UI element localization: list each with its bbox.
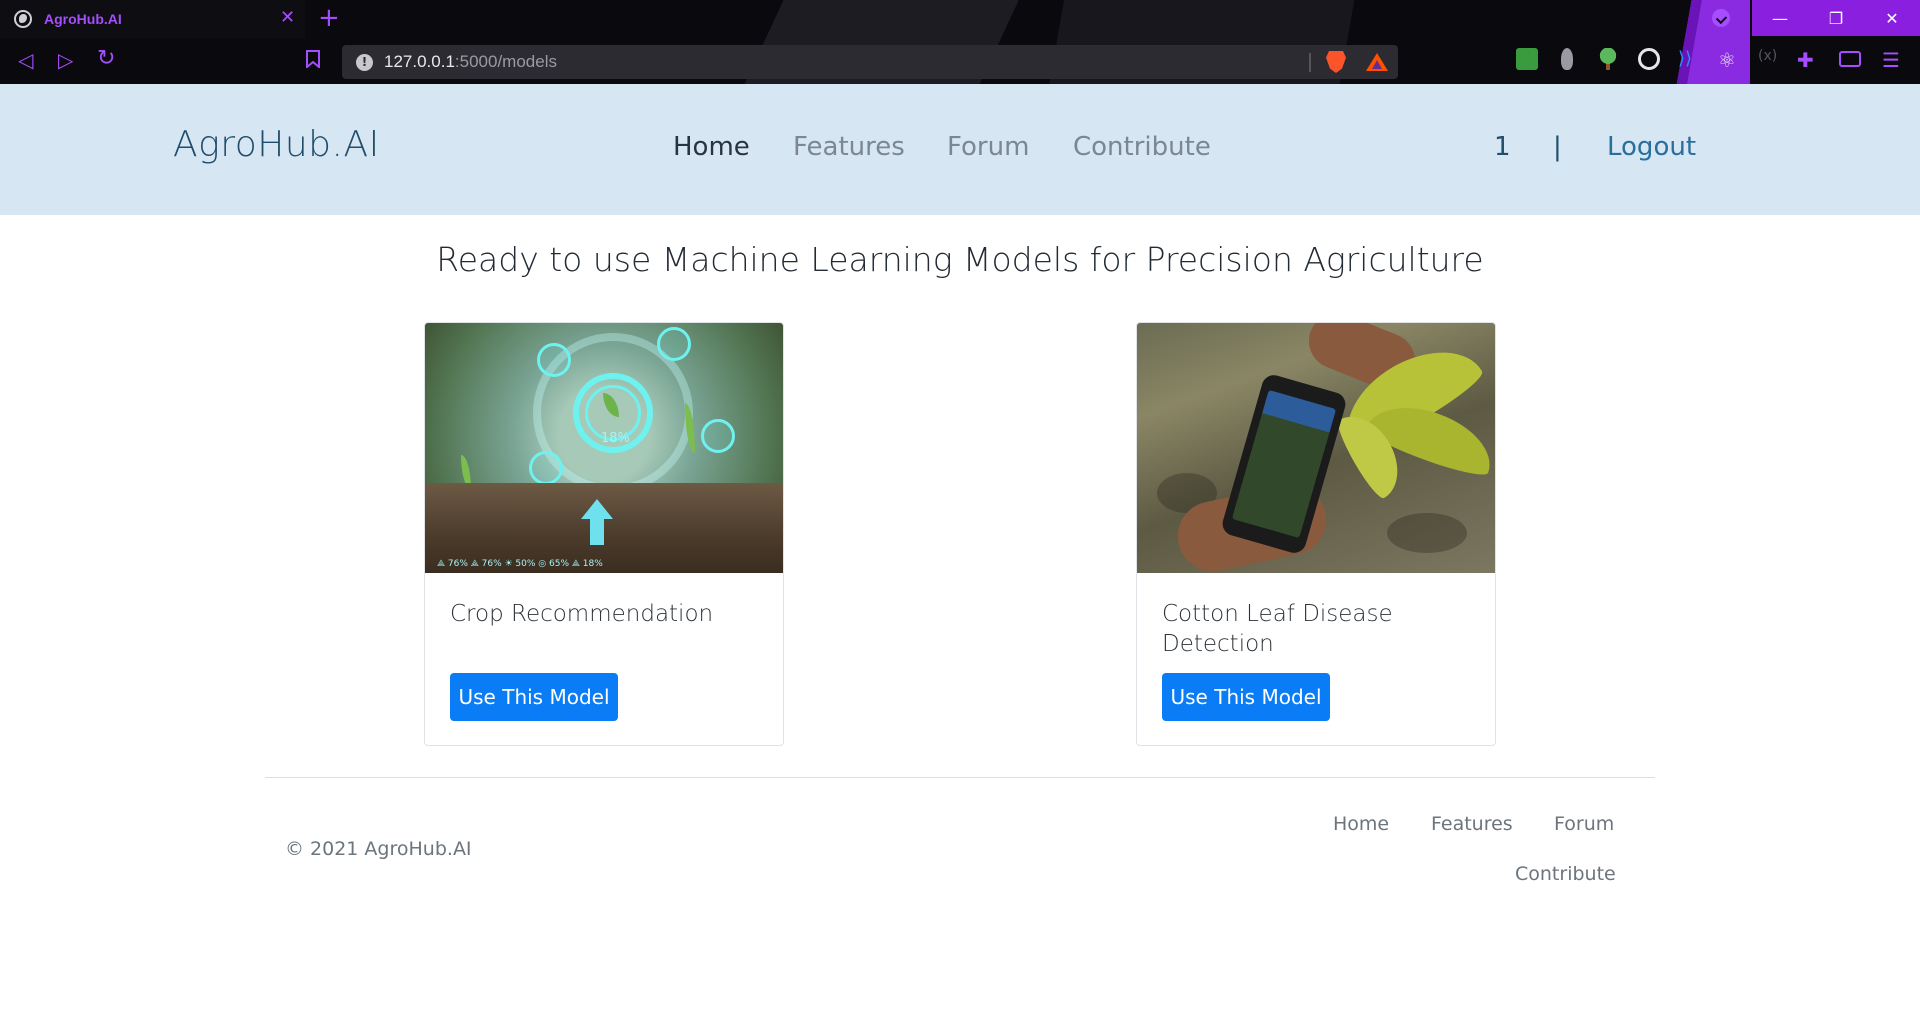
window-controls: — ❐ ✕ xyxy=(1752,0,1920,36)
cotton-leaf-phone-image xyxy=(1137,323,1495,573)
profile-check-icon[interactable] xyxy=(1712,9,1730,27)
url-text[interactable]: 127.0.0.1:5000/models xyxy=(384,52,557,72)
minimize-button[interactable]: — xyxy=(1752,0,1808,36)
user-id: 1 xyxy=(1494,132,1511,162)
model-card-cotton: Cotton Leaf Disease Detection Use This M… xyxy=(1136,322,1496,746)
card-title: Crop Recommendation xyxy=(450,601,714,627)
water-node-icon xyxy=(537,343,571,377)
money-extension-icon[interactable] xyxy=(1516,48,1538,70)
growth-arrow-stem xyxy=(590,519,604,545)
url-host: 127.0.0.1 xyxy=(384,52,455,71)
nav-features[interactable]: Features xyxy=(793,132,905,162)
close-window-button[interactable]: ✕ xyxy=(1864,0,1920,36)
growth-arrow-icon xyxy=(581,499,613,519)
browser-toolbar: ◁ ▷ ↻ ! 127.0.0.1:5000/models ⟩⟩ ⚛ (x) ✚… xyxy=(0,38,1920,84)
url-divider xyxy=(1309,53,1311,72)
ground-shadow xyxy=(1387,513,1467,553)
vue-devtools-icon[interactable]: (x) xyxy=(1758,48,1780,70)
use-model-button-cotton[interactable]: Use This Model xyxy=(1162,673,1330,721)
extensions-puzzle-icon[interactable]: ✚ xyxy=(1797,48,1819,72)
seedling-right xyxy=(685,403,695,453)
copyright: © 2021 AgroHub.AI xyxy=(285,838,472,860)
crop-sensor-image: ⟁ 76% ⟁ 76% ☀ 50% ◎ 65% ⟁ 18% 18% xyxy=(425,323,783,573)
address-bar[interactable]: ! 127.0.0.1:5000/models xyxy=(342,45,1398,79)
new-tab-button[interactable]: + xyxy=(318,3,340,33)
bookmark-icon[interactable] xyxy=(306,50,320,68)
react-devtools-icon[interactable]: ⚛ xyxy=(1718,48,1740,72)
dial-extension-icon[interactable] xyxy=(1638,48,1660,70)
model-card-crop: ⟁ 76% ⟁ 76% ☀ 50% ◎ 65% ⟁ 18% 18% Crop R… xyxy=(424,322,784,746)
tree-extension-icon[interactable] xyxy=(1597,48,1619,70)
tab-close-icon[interactable]: ✕ xyxy=(280,7,295,28)
browser-menu-icon[interactable]: ☰ xyxy=(1882,48,1900,72)
sensor-stats: ⟁ 76% ⟁ 76% ☀ 50% ◎ 65% ⟁ 18% xyxy=(437,559,603,569)
footer-link-home[interactable]: Home xyxy=(1333,813,1389,835)
mouse-extension-icon[interactable] xyxy=(1561,48,1573,70)
use-model-button-crop[interactable]: Use This Model xyxy=(450,673,618,721)
nav-contribute[interactable]: Contribute xyxy=(1073,132,1211,162)
restore-button[interactable]: ❐ xyxy=(1808,0,1864,36)
reload-button[interactable]: ↻ xyxy=(97,46,115,71)
brave-rewards-icon[interactable] xyxy=(1366,53,1388,71)
browser-chrome: AgroHub.AI ✕ + — ❐ ✕ ◁ ▷ ↻ ! 127.0.0.1:5… xyxy=(0,0,1920,84)
sun-node-icon xyxy=(657,327,691,361)
globe-icon xyxy=(14,10,32,28)
shovel-node-icon xyxy=(701,419,735,453)
header-separator: | xyxy=(1553,132,1562,162)
browser-tab-active[interactable]: AgroHub.AI xyxy=(0,0,305,38)
footer-link-features[interactable]: Features xyxy=(1431,813,1513,835)
page-title: Ready to use Machine Learning Models for… xyxy=(436,240,1484,279)
site-info-icon[interactable]: ! xyxy=(356,54,373,71)
site-header: AgroHub.AI Home Features Forum Contribut… xyxy=(0,84,1920,215)
center-percent: 18% xyxy=(601,431,630,446)
wifi-extension-icon[interactable]: ⟩⟩ xyxy=(1678,48,1700,70)
brave-shields-icon[interactable] xyxy=(1326,51,1346,73)
phone xyxy=(1219,372,1349,556)
footer-link-forum[interactable]: Forum xyxy=(1554,813,1614,835)
nav-forum[interactable]: Forum xyxy=(947,132,1029,162)
footer-divider xyxy=(265,777,1655,778)
brand-logo[interactable]: AgroHub.AI xyxy=(173,124,380,165)
card-title: Cotton Leaf Disease Detection xyxy=(1162,601,1393,657)
back-button[interactable]: ◁ xyxy=(18,48,33,72)
footer-link-contribute[interactable]: Contribute xyxy=(1515,863,1616,885)
url-path: :5000/models xyxy=(454,52,557,71)
nav-home[interactable]: Home xyxy=(673,132,750,162)
tab-title: AgroHub.AI xyxy=(44,11,122,27)
forward-button[interactable]: ▷ xyxy=(58,48,73,72)
wallet-icon[interactable] xyxy=(1839,51,1861,67)
logout-link[interactable]: Logout xyxy=(1607,132,1696,162)
tab-strip: AgroHub.AI ✕ + xyxy=(0,0,1920,38)
nutrient-node-icon xyxy=(529,451,563,485)
